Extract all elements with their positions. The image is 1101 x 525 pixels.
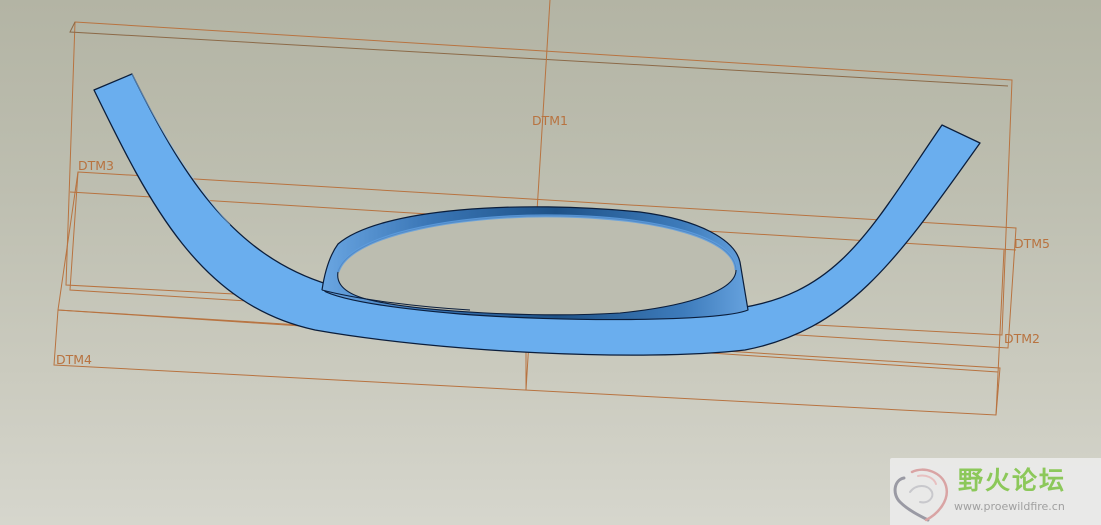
model-scene[interactable]: DTM1 DTM3 DTM5 DTM4 DTM2 — [0, 0, 1101, 525]
model-viewport[interactable]: DTM1 DTM3 DTM5 DTM4 DTM2 野火论坛 www.proewi… — [0, 0, 1101, 525]
datum-label-dtm1: DTM1 — [532, 113, 568, 128]
watermark-url: www.proewildfire.cn — [954, 500, 1065, 513]
heart-swirl-logo-icon — [893, 468, 949, 522]
watermark-title: 野火论坛 — [958, 466, 1067, 495]
datum-label-dtm2: DTM2 — [1004, 331, 1040, 346]
datum-label-dtm3: DTM3 — [78, 158, 114, 173]
datum-label-dtm5: DTM5 — [1014, 236, 1050, 251]
ellipse-ring-surface[interactable] — [321, 206, 749, 321]
site-watermark: 野火论坛 www.proewildfire.cn — [890, 458, 1101, 525]
datum-label-dtm4: DTM4 — [56, 352, 92, 367]
